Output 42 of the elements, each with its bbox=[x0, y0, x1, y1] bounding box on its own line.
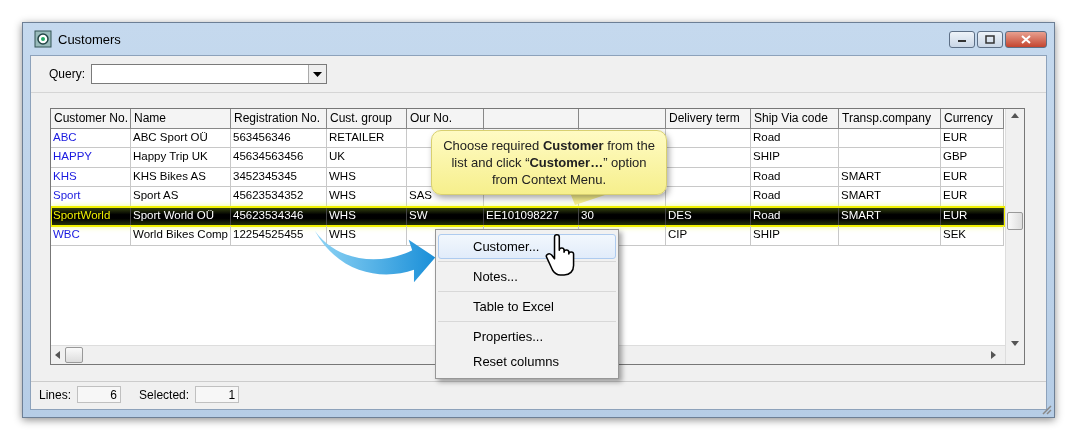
table-cell: EUR bbox=[941, 167, 1004, 187]
lines-label: Lines: bbox=[39, 387, 72, 402]
table-cell: EUR bbox=[941, 206, 1004, 226]
table-cell: SEK bbox=[941, 226, 1004, 246]
table-cell: SMART bbox=[839, 206, 941, 226]
table-cell: SHIP bbox=[751, 148, 839, 168]
table-cell: UK bbox=[327, 148, 407, 168]
table-cell: Road bbox=[751, 128, 839, 148]
instruction-tooltip: Choose required Customer from the list and click “Customer…” option from Context Menu. bbox=[431, 130, 667, 195]
table-cell: Sport World OÜ bbox=[131, 206, 231, 226]
query-label: Query: bbox=[49, 67, 85, 81]
table-cell: 30 bbox=[579, 206, 666, 226]
table-cell: KHS bbox=[51, 167, 131, 187]
table-cell: DES bbox=[666, 206, 751, 226]
selected-label: Selected: bbox=[139, 387, 190, 402]
table-cell: 3452345345 bbox=[231, 167, 327, 187]
table-cell: 45634563456 bbox=[231, 148, 327, 168]
selected-count: 1 bbox=[195, 386, 240, 403]
table-cell: WHS bbox=[327, 167, 407, 187]
lines-count: 6 bbox=[77, 386, 122, 403]
table-cell: Happy Trip UK bbox=[131, 148, 231, 168]
table-cell: SHIP bbox=[751, 226, 839, 246]
table-cell: EE101098227 bbox=[484, 206, 579, 226]
window-title: Customers bbox=[58, 31, 121, 47]
table-cell: RETAILER bbox=[327, 128, 407, 148]
table-cell: WBC bbox=[51, 226, 131, 246]
table-cell: EUR bbox=[941, 128, 1004, 148]
table-cell: 563456346 bbox=[231, 128, 327, 148]
table-cell: World Bikes Comp bbox=[131, 226, 231, 246]
table-cell: CIP bbox=[666, 226, 751, 246]
table-cell: SportWorld bbox=[51, 206, 131, 226]
table-cell: Road bbox=[751, 206, 839, 226]
table-cell: Road bbox=[751, 167, 839, 187]
table-cell: SMART bbox=[839, 167, 941, 187]
table-cell: ABC Sport OÜ bbox=[131, 128, 231, 148]
table-cell: ABC bbox=[51, 128, 131, 148]
table-cell: 45623534346 bbox=[231, 206, 327, 226]
table-cell: HAPPY bbox=[51, 148, 131, 168]
table-cell: KHS Bikes AS bbox=[131, 167, 231, 187]
table-cell: SW bbox=[407, 206, 484, 226]
table-cell: WHS bbox=[327, 206, 407, 226]
table-cell: GBP bbox=[941, 148, 1004, 168]
